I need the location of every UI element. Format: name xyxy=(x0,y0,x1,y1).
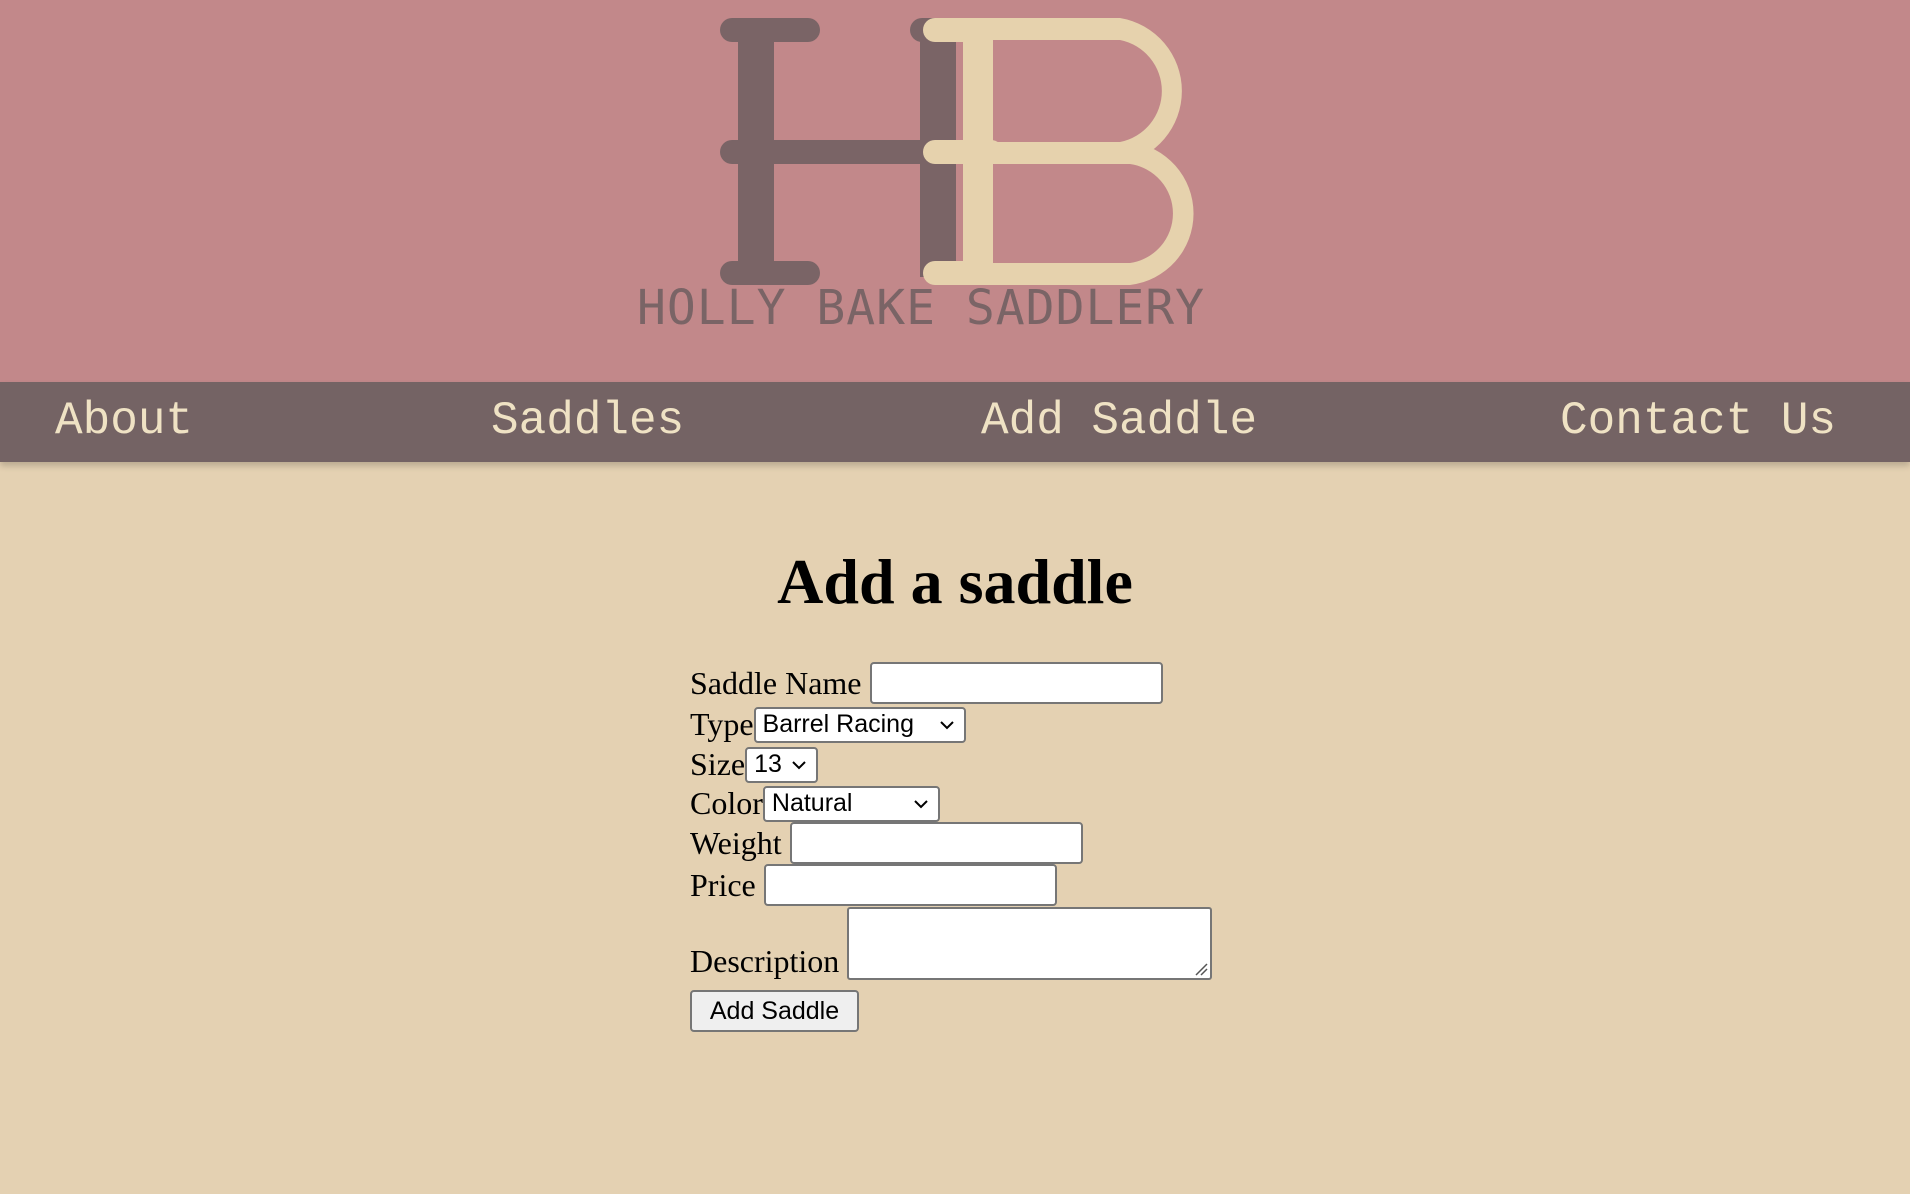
chevron-down-icon xyxy=(939,720,954,729)
price-row: Price xyxy=(690,864,1057,906)
description-label: Description xyxy=(690,943,840,979)
size-select[interactable]: 13 xyxy=(745,746,819,783)
color-row: Color Natural xyxy=(690,785,940,822)
page-title: Add a saddle xyxy=(777,546,1133,617)
type-row: Type Barrel Racing xyxy=(690,706,966,743)
resize-grip-icon[interactable] xyxy=(1192,960,1208,976)
nav-saddles[interactable]: Saddles xyxy=(491,395,684,447)
description-row: Description xyxy=(690,907,1213,980)
weight-label: Weight xyxy=(690,824,782,861)
site-header: HOLLY BAKE SADDLERY xyxy=(0,0,1910,382)
color-selected-value: Natural xyxy=(771,789,853,817)
main-nav: About Saddles Add Saddle Contact Us xyxy=(0,382,1910,462)
price-input[interactable] xyxy=(763,864,1057,906)
type-select[interactable]: Barrel Racing xyxy=(753,706,966,743)
size-selected-value: 13 xyxy=(754,750,782,778)
type-label: Type xyxy=(690,706,754,742)
nav-about[interactable]: About xyxy=(55,395,193,447)
description-textarea[interactable] xyxy=(847,907,1213,980)
saddle-name-row: Saddle Name xyxy=(690,662,1163,704)
weight-input[interactable] xyxy=(789,822,1083,864)
size-row: Size 13 xyxy=(690,746,819,783)
chevron-down-icon xyxy=(914,799,928,808)
nav-contact-us[interactable]: Contact Us xyxy=(1560,395,1836,447)
chevron-down-icon xyxy=(792,760,806,769)
brand-name: HOLLY BAKE SADDLERY xyxy=(637,280,1206,336)
saddle-name-input[interactable] xyxy=(869,662,1163,704)
size-label: Size xyxy=(690,746,746,782)
nav-add-saddle[interactable]: Add Saddle xyxy=(981,395,1257,447)
price-label: Price xyxy=(690,866,756,903)
color-label: Color xyxy=(690,785,763,821)
weight-row: Weight xyxy=(690,822,1083,864)
type-selected-value: Barrel Racing xyxy=(762,710,914,738)
add-saddle-button[interactable]: Add Saddle xyxy=(690,990,859,1032)
color-select[interactable]: Natural xyxy=(762,785,940,822)
saddle-name-label: Saddle Name xyxy=(690,664,862,701)
